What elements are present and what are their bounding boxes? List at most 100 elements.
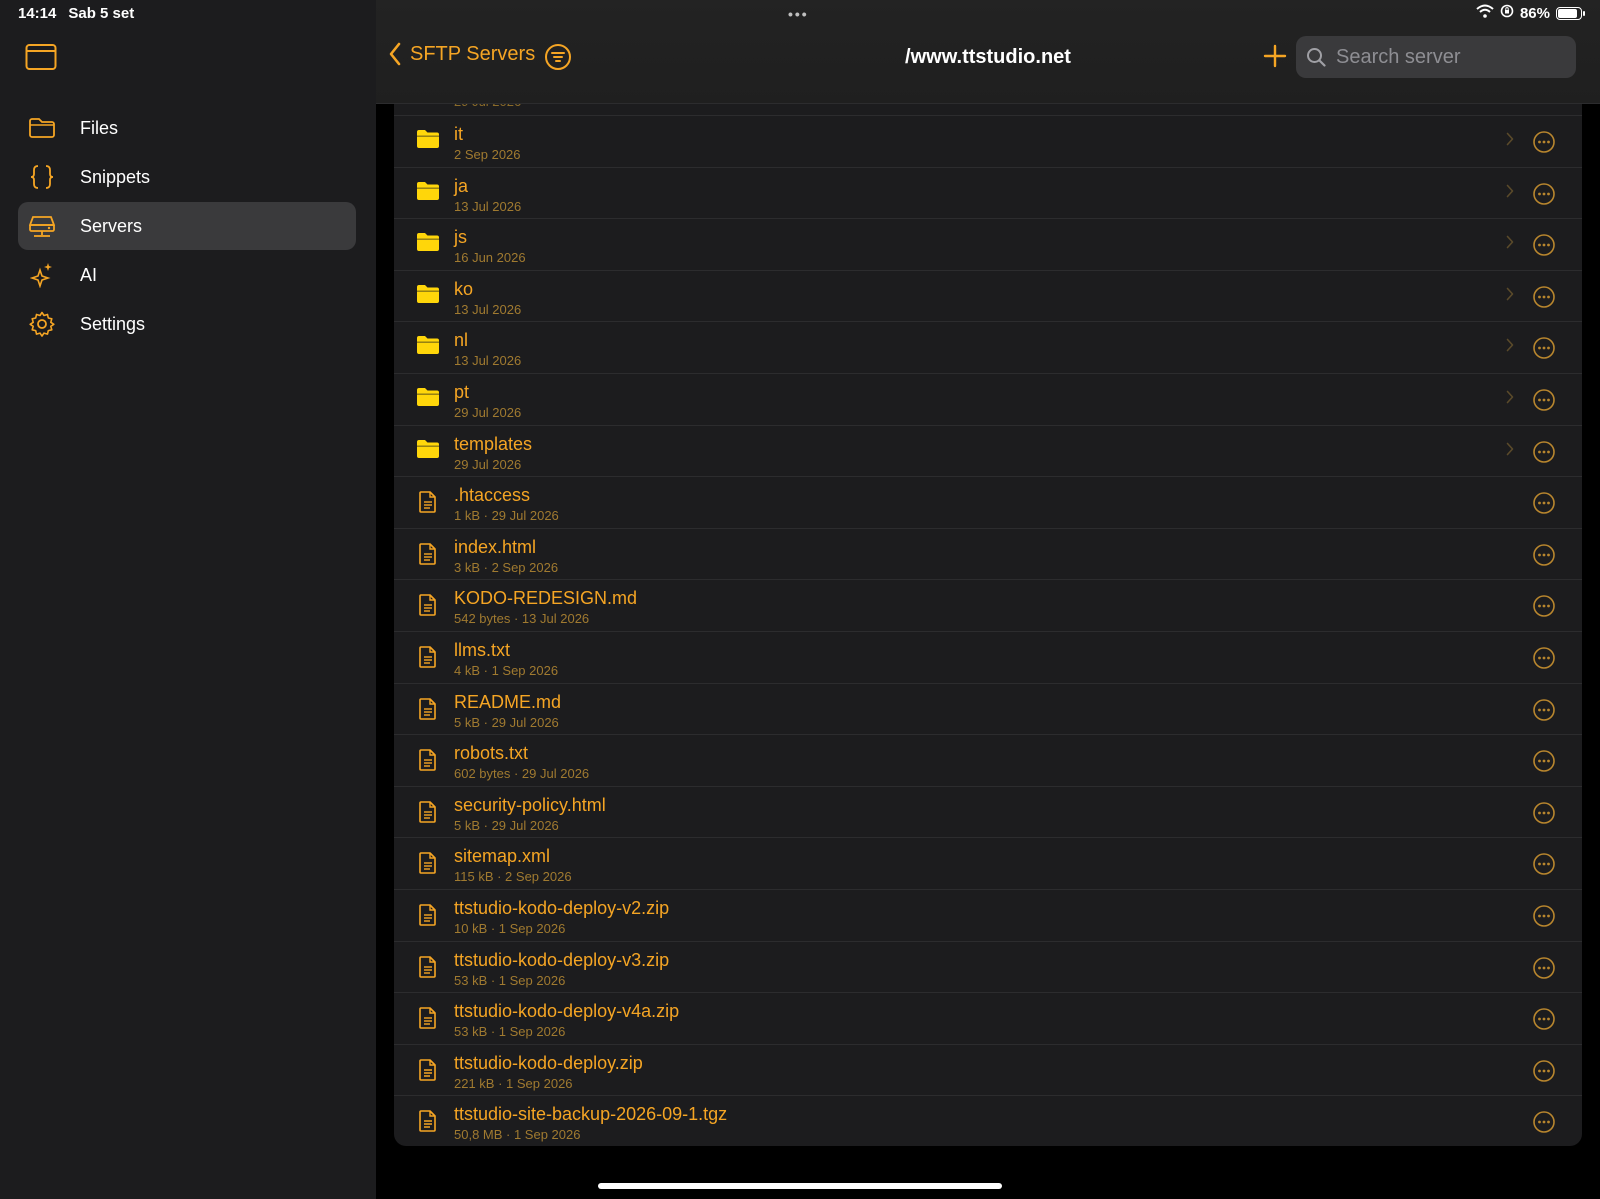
item-name: ttstudio-kodo-deploy-v3.zip — [454, 949, 670, 970]
file-row[interactable]: robots.txt 602 bytes · 29 Jul 2026 — [394, 734, 1582, 786]
file-row[interactable]: llms.txt 4 kB · 1 Sep 2026 — [394, 630, 1582, 683]
more-options-icon[interactable] — [1532, 1059, 1556, 1088]
file-list[interactable]: 29 Jul 2026 it 2 Sep 2026 ja 13 Jul 2026 js 1… — [394, 92, 1582, 1146]
folder-row[interactable]: templates 29 Jul 2026 — [394, 424, 1582, 477]
more-options-icon[interactable] — [1532, 646, 1556, 675]
chevron-right-icon — [1506, 132, 1514, 151]
folder-icon — [416, 232, 440, 256]
document-icon — [418, 851, 442, 875]
item-name: ttstudio-kodo-deploy-v2.zip — [454, 897, 670, 918]
item-meta: 29 Jul 2026 — [454, 456, 522, 472]
sidebar-item-snippets[interactable]: Snippets — [18, 153, 356, 201]
chevron-right-icon — [1506, 235, 1514, 254]
folder-icon — [28, 114, 56, 142]
sparkles-icon — [28, 261, 56, 289]
more-options-icon[interactable] — [1532, 130, 1556, 159]
chevron-right-icon — [1506, 338, 1514, 357]
sidebar-nav: Files Snippets Servers AI Settings — [18, 104, 356, 349]
item-meta: 13 Jul 2026 — [454, 198, 522, 214]
search-icon — [1307, 48, 1326, 67]
sidebar-toggle-icon[interactable] — [25, 43, 57, 71]
folder-row[interactable]: nl 13 Jul 2026 — [394, 321, 1582, 373]
file-row[interactable]: ttstudio-site-backup-2026-09-1.tgz 50,8 M… — [394, 1095, 1582, 1146]
more-options-icon[interactable] — [1532, 956, 1556, 985]
back-button[interactable]: SFTP Servers — [388, 42, 535, 66]
sidebar-item-settings[interactable]: Settings — [18, 300, 356, 348]
more-options-icon[interactable] — [1532, 852, 1556, 881]
sidebar: 14:14 Sab 5 set Files Snippets Servers A… — [0, 0, 376, 1199]
item-name: sitemap.xml — [454, 846, 551, 867]
folder-icon — [416, 129, 440, 153]
more-options-icon[interactable] — [1532, 388, 1556, 417]
folder-icon — [416, 284, 440, 308]
file-row[interactable]: ttstudio-kodo-deploy-v2.zip 10 kB · 1 Sep… — [394, 888, 1582, 941]
more-options-icon[interactable] — [1532, 698, 1556, 727]
item-name: js — [454, 227, 467, 248]
chevron-right-icon — [1506, 287, 1514, 306]
item-meta: 13 Jul 2026 — [454, 353, 522, 369]
folder-row[interactable]: it 2 Sep 2026 — [394, 115, 1582, 167]
item-meta: 221 kB · 1 Sep 2026 — [454, 1075, 573, 1091]
document-icon — [418, 645, 442, 669]
item-meta: 53 kB · 1 Sep 2026 — [454, 1024, 566, 1040]
document-icon — [418, 593, 442, 617]
file-row[interactable]: KODO-REDESIGN.md 542 bytes · 13 Jul 2026 — [394, 579, 1582, 631]
sidebar-item-ai[interactable]: AI — [18, 251, 356, 299]
more-options-icon[interactable] — [1532, 440, 1556, 469]
more-options-icon[interactable] — [1532, 182, 1556, 211]
item-meta: 4 kB · 1 Sep 2026 — [454, 662, 559, 678]
item-name: pt — [454, 381, 470, 402]
folder-row[interactable]: ja 13 Jul 2026 — [394, 166, 1582, 219]
document-icon — [418, 1006, 442, 1030]
plus-icon — [1263, 44, 1287, 68]
battery-icon — [1556, 6, 1585, 20]
battery-fill — [1558, 8, 1577, 18]
more-options-icon[interactable] — [1532, 336, 1556, 365]
folder-row[interactable]: pt 29 Jul 2026 — [394, 372, 1582, 425]
file-row[interactable]: index.html 3 kB · 2 Sep 2026 — [394, 527, 1582, 580]
wifi-icon — [1476, 4, 1494, 22]
more-options-icon[interactable] — [1532, 285, 1556, 314]
file-row[interactable]: ttstudio-kodo-deploy-v3.zip 53 kB · 1 Sep… — [394, 940, 1582, 993]
more-options-icon[interactable] — [1532, 233, 1556, 262]
document-icon — [418, 955, 442, 979]
folder-row[interactable]: ko 13 Jul 2026 — [394, 269, 1582, 322]
status-time-date: 14:14 Sab 5 set — [18, 5, 134, 22]
more-options-icon[interactable] — [1532, 543, 1556, 572]
add-button[interactable] — [1262, 43, 1288, 74]
sidebar-item-servers[interactable]: Servers — [18, 202, 356, 250]
more-options-icon[interactable] — [1532, 491, 1556, 520]
item-name: index.html — [454, 536, 537, 557]
folder-icon — [416, 387, 440, 411]
document-icon — [418, 542, 442, 566]
chevron-right-icon — [1506, 390, 1514, 409]
file-row[interactable]: sitemap.xml 115 kB · 2 Sep 2026 — [394, 837, 1582, 889]
file-row[interactable]: README.md 5 kB · 29 Jul 2026 — [394, 682, 1582, 735]
item-meta: 13 Jul 2026 — [454, 301, 522, 317]
file-row[interactable]: .htaccess 1 kB · 29 Jul 2026 — [394, 476, 1582, 528]
more-options-icon[interactable] — [1532, 1110, 1556, 1139]
multitasking-dots[interactable]: ••• — [788, 6, 809, 22]
more-options-icon[interactable] — [1532, 1007, 1556, 1036]
more-options-icon[interactable] — [1532, 801, 1556, 830]
more-options-icon[interactable] — [1532, 594, 1556, 623]
item-meta: 602 bytes · 29 Jul 2026 — [454, 766, 590, 782]
item-name: llms.txt — [454, 639, 510, 660]
more-options-icon[interactable] — [1532, 904, 1556, 933]
folder-icon — [416, 439, 440, 463]
item-meta: 16 Jun 2026 — [454, 250, 526, 266]
file-row[interactable]: ttstudio-kodo-deploy.zip 221 kB · 1 Sep 2… — [394, 1043, 1582, 1096]
file-row[interactable]: ttstudio-kodo-deploy-v4a.zip 53 kB · 1 Se… — [394, 992, 1582, 1044]
home-indicator[interactable] — [598, 1183, 1002, 1189]
item-name: robots.txt — [454, 743, 529, 764]
sidebar-item-files[interactable]: Files — [18, 104, 356, 152]
item-meta: 50,8 MB · 1 Sep 2026 — [454, 1127, 581, 1143]
search-field[interactable] — [1296, 36, 1576, 78]
chevron-right-icon — [1506, 442, 1514, 461]
filter-button[interactable] — [544, 43, 572, 76]
app-screen: 14:14 Sab 5 set Files Snippets Servers A… — [0, 0, 1600, 1199]
more-options-icon[interactable] — [1532, 749, 1556, 778]
search-input[interactable] — [1336, 45, 1556, 69]
folder-row[interactable]: js 16 Jun 2026 — [394, 218, 1582, 270]
file-row[interactable]: security-policy.html 5 kB · 29 Jul 2026 — [394, 785, 1582, 838]
